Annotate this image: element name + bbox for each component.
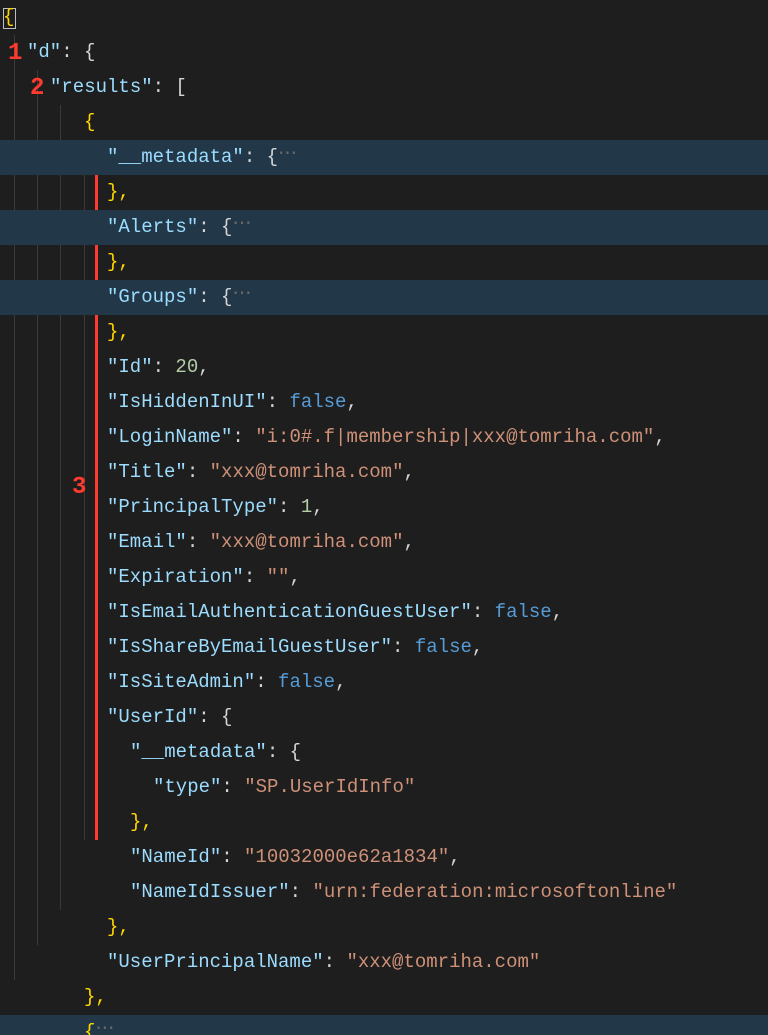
code-line[interactable]: "d": { [0, 35, 768, 70]
fold-ellipsis-icon[interactable]: ⋯ [95, 1018, 114, 1035]
code-line[interactable]: "Expiration": "", [0, 560, 768, 595]
code-line[interactable]: "IsEmailAuthenticationGuestUser": false, [0, 595, 768, 630]
code-line[interactable]: }, [0, 315, 768, 350]
code-line[interactable]: "type": "SP.UserIdInfo" [0, 770, 768, 805]
code-line[interactable]: "Title": "xxx@tomriha.com", [0, 455, 768, 490]
code-line[interactable]: "__metadata": { [0, 735, 768, 770]
fold-ellipsis-icon[interactable]: ⋯ [278, 143, 297, 165]
fold-ellipsis-icon[interactable]: ⋯ [232, 213, 251, 235]
code-line[interactable]: "__metadata": {⋯ [0, 140, 768, 175]
code-line[interactable]: }, [0, 175, 768, 210]
code-line[interactable]: { [0, 105, 768, 140]
code-line[interactable]: {⋯ [0, 1015, 768, 1035]
code-line[interactable]: "NameId": "10032000e62a1834", [0, 840, 768, 875]
code-line[interactable]: "Groups": {⋯ [0, 280, 768, 315]
code-editor[interactable]: 1 2 3 { "d": { "results": [ { "__metadat… [0, 0, 768, 1035]
fold-ellipsis-icon[interactable]: ⋯ [232, 283, 251, 305]
code-line[interactable]: "UserPrincipalName": "xxx@tomriha.com" [0, 945, 768, 980]
code-line[interactable]: "IsShareByEmailGuestUser": false, [0, 630, 768, 665]
code-line[interactable]: }, [0, 910, 768, 945]
code-line[interactable]: "LoginName": "i:0#.f|membership|xxx@tomr… [0, 420, 768, 455]
code-line[interactable]: }, [0, 245, 768, 280]
code-line[interactable]: "IsSiteAdmin": false, [0, 665, 768, 700]
code-line[interactable]: }, [0, 980, 768, 1015]
code-line[interactable]: "Alerts": {⋯ [0, 210, 768, 245]
code-line[interactable]: "IsHiddenInUI": false, [0, 385, 768, 420]
code-line[interactable]: { [0, 0, 768, 35]
code-line[interactable]: "Email": "xxx@tomriha.com", [0, 525, 768, 560]
code-line[interactable]: "Id": 20, [0, 350, 768, 385]
code-line[interactable]: "PrincipalType": 1, [0, 490, 768, 525]
code-line[interactable]: "NameIdIssuer": "urn:federation:microsof… [0, 875, 768, 910]
code-line[interactable]: "UserId": { [0, 700, 768, 735]
code-line[interactable]: "results": [ [0, 70, 768, 105]
code-line[interactable]: }, [0, 805, 768, 840]
